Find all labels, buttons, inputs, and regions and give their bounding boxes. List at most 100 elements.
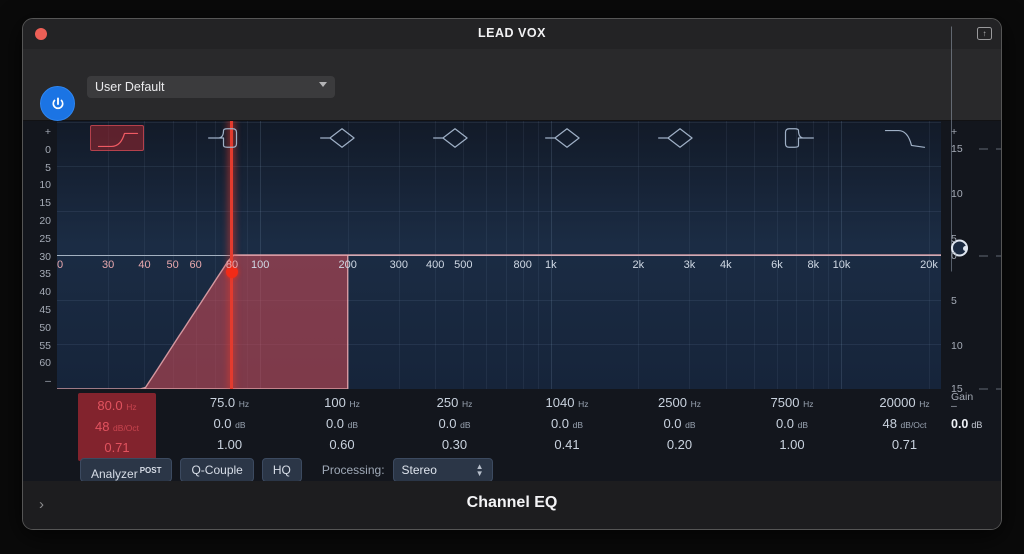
freq-axis-label: 20 — [57, 259, 64, 271]
band-8-q[interactable]: 0.71 — [850, 435, 960, 454]
analyzer-scale-left: +0 5 10 15 20 25 30 35 40 45 50 55 60 – — [23, 121, 57, 396]
band-3-gain[interactable]: 0.0 dB — [287, 414, 397, 435]
band-4-params[interactable]: 250 Hz 0.0 dB 0.30 — [400, 393, 510, 454]
band-5-gain[interactable]: 0.0 dB — [512, 414, 622, 435]
q-couple-button[interactable]: Q-Couple — [180, 458, 254, 482]
band-cursor-line[interactable] — [230, 121, 234, 389]
gain-scale-tick — [979, 388, 988, 390]
gain-scale-label: 5 — [951, 233, 957, 245]
band-6-params[interactable]: 2500 Hz 0.0 dB 0.20 — [625, 393, 735, 454]
gain-scale-tick — [979, 148, 988, 150]
band-shape-1-button[interactable] — [90, 125, 144, 151]
highpass-curve — [57, 254, 941, 389]
expand-icon[interactable]: ↑ — [977, 27, 992, 40]
bell-filter-icon — [320, 128, 355, 148]
band-shape-6-button[interactable] — [653, 125, 707, 151]
band-5-params[interactable]: 1040 Hz 0.0 dB 0.41 — [512, 393, 622, 454]
band-5-q[interactable]: 0.41 — [512, 435, 622, 454]
processing-value: Stereo — [401, 463, 437, 477]
band-7-params[interactable]: 7500 Hz 0.0 dB 1.00 — [737, 393, 847, 454]
high-shelf-filter-icon — [784, 128, 814, 148]
window-title: LEAD VOX — [478, 26, 546, 40]
freq-axis-label: 300 — [389, 259, 409, 271]
analyzer-scale-label: 25 — [39, 232, 51, 245]
band-2-params[interactable]: 75.0 Hz 0.0 dB 1.00 — [175, 393, 285, 454]
band-4-q[interactable]: 0.30 — [400, 435, 510, 454]
gain-scale-label: 5 — [951, 295, 957, 307]
band-shape-4-button[interactable] — [428, 125, 482, 151]
band-3-frequency[interactable]: 100 Hz — [287, 393, 397, 414]
freq-axis-label: 100 — [250, 259, 270, 271]
analyzer-scale-label: 55 — [39, 339, 51, 352]
band-shape-icons — [57, 121, 941, 155]
freq-axis-label: 60 — [189, 259, 202, 271]
band-1-frequency[interactable]: 80.0 Hz — [78, 396, 156, 417]
analyzer-scale-label: 35 — [39, 268, 51, 281]
footer: › Channel EQ — [23, 481, 1001, 529]
freq-axis-label: 20k — [920, 259, 938, 271]
band-7-q[interactable]: 1.00 — [737, 435, 847, 454]
freq-axis-label: 3k — [683, 259, 696, 271]
analyzer-scale-label: 40 — [39, 286, 51, 299]
band-7-frequency[interactable]: 7500 Hz — [737, 393, 847, 414]
eq-graph[interactable]: 20 30 40 50 60 80 100 200 300 400 500 800 1k 2k 3k 4k 6k… — [57, 121, 941, 389]
band-8-params[interactable]: 20000 Hz 48 dB/Oct 0.71 — [850, 393, 960, 454]
analyzer-scale-label: 15 — [39, 197, 51, 210]
low-shelf-filter-icon — [207, 128, 237, 148]
highpass-filter-icon — [97, 132, 139, 148]
processing-select[interactable]: Stereo ▲ ▼ — [392, 458, 493, 482]
band-7-gain[interactable]: 0.0 dB — [737, 414, 847, 435]
analyzer-button[interactable]: Analyzer POST — [80, 458, 173, 482]
band-shape-2-button[interactable] — [203, 125, 257, 151]
band-8-frequency[interactable]: 20000 Hz — [850, 393, 960, 414]
band-1-gain[interactable]: 48 dB/Oct — [78, 417, 156, 438]
bell-filter-icon — [657, 128, 693, 148]
analyzer-scale-label: 30 — [39, 250, 51, 263]
band-1-params[interactable]: 80.0 Hz 48 dB/Oct 0.71 — [78, 393, 156, 461]
gain-value-unit: dB — [971, 420, 983, 430]
freq-axis-label: 800 — [513, 259, 532, 271]
band-2-gain[interactable]: 0.0 dB — [175, 414, 285, 435]
analyzer-scale-label: 10 — [39, 179, 51, 192]
plugin-name: Channel EQ — [466, 494, 558, 511]
freq-axis-label: 4k — [719, 259, 732, 271]
freq-axis-label: 200 — [338, 259, 357, 271]
processing-label: Processing: — [321, 463, 385, 477]
band-2-q[interactable]: 1.00 — [175, 435, 285, 454]
band-2-frequency[interactable]: 75.0 Hz — [175, 393, 285, 414]
freq-axis-label: 500 — [454, 259, 473, 271]
band-shape-3-button[interactable] — [315, 125, 369, 151]
band-5-frequency[interactable]: 1040 Hz — [512, 393, 622, 414]
band-6-q[interactable]: 0.20 — [625, 435, 735, 454]
band-1-q[interactable]: 0.71 — [78, 438, 156, 457]
gain-scale-tick — [996, 255, 1001, 257]
gain-scale-label: + — [951, 126, 958, 138]
power-button[interactable] — [40, 86, 75, 121]
band-4-frequency[interactable]: 250 Hz — [400, 393, 510, 414]
freq-axis-label: 6k — [771, 259, 783, 271]
title-bar: LEAD VOX ↑ — [23, 19, 1001, 49]
band-4-gain[interactable]: 0.0 dB — [400, 414, 510, 435]
freq-axis-label: 2k — [632, 259, 645, 271]
analyzer-scale-label: – — [45, 375, 51, 388]
band-3-params[interactable]: 100 Hz 0.0 dB 0.60 — [287, 393, 397, 454]
freq-axis-label: 8k — [807, 259, 820, 271]
band-shape-5-button[interactable] — [540, 125, 594, 151]
hq-button[interactable]: HQ — [261, 458, 302, 482]
stepper-arrows-icon[interactable]: ▲▼ — [476, 463, 484, 478]
preset-input[interactable] — [87, 76, 335, 98]
analyzer-scale-label: 60 — [39, 357, 51, 370]
analyzer-scale-label: 50 — [39, 321, 51, 334]
gain-scale-right: Gain 0.0 dB +15 10 5 0 5 10 15– — [941, 26, 1001, 431]
band-8-gain[interactable]: 48 dB/Oct — [850, 414, 960, 435]
band-6-gain[interactable]: 0.0 dB — [625, 414, 735, 435]
bell-filter-icon — [432, 128, 468, 148]
band-3-q[interactable]: 0.60 — [287, 435, 397, 454]
gain-scale-tick — [979, 255, 988, 257]
band-shape-8-button[interactable] — [878, 125, 932, 151]
band-shape-7-button[interactable] — [765, 125, 819, 151]
lowpass-filter-icon — [884, 129, 925, 148]
band-6-frequency[interactable]: 2500 Hz — [625, 393, 735, 414]
power-icon — [51, 96, 64, 109]
analyzer-label: Analyzer — [91, 467, 138, 481]
